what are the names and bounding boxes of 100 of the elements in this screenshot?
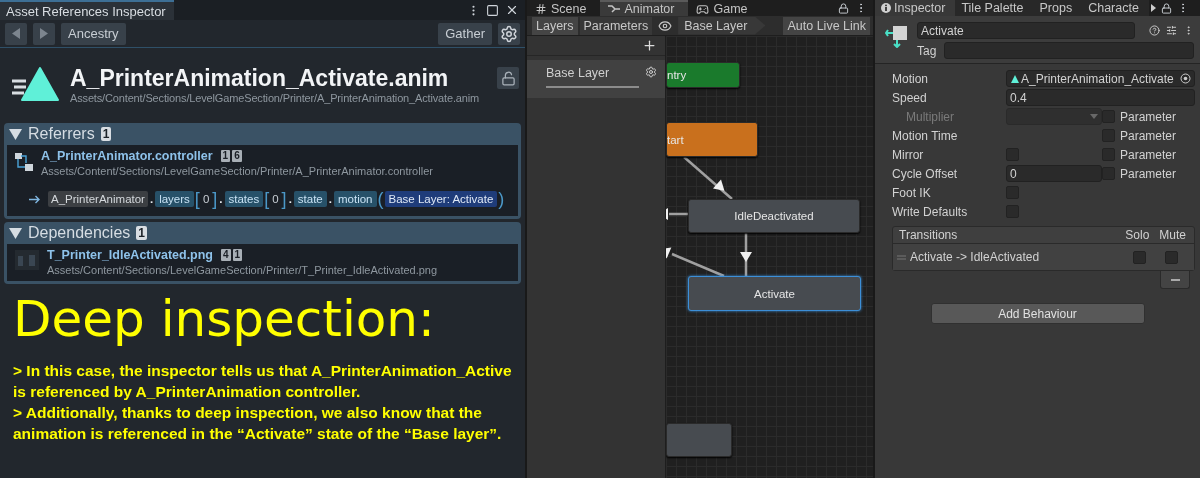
gamepad-icon <box>696 2 710 16</box>
window-tab[interactable]: Animator <box>600 0 689 16</box>
toolbar-tab[interactable]: Parameters <box>579 16 653 35</box>
lock-icon[interactable] <box>838 2 849 14</box>
count-badge: 1 <box>232 249 243 261</box>
remove-button[interactable] <box>1160 271 1190 289</box>
field-label: Tag <box>917 43 937 58</box>
dropdown-field[interactable] <box>1006 108 1102 125</box>
item-name[interactable]: T_Printer_IdleActivated.png <box>47 248 213 262</box>
path-token: state <box>293 191 327 207</box>
close-icon[interactable] <box>505 3 519 17</box>
text-field[interactable]: 0 <box>1006 165 1102 182</box>
field-label: Write Defaults <box>892 204 969 219</box>
dot-separator: . <box>218 193 224 205</box>
animation-clip-icon <box>1010 74 1019 83</box>
window-tab[interactable]: Props <box>1033 0 1083 16</box>
expand-triangle-icon[interactable] <box>9 128 22 140</box>
caption-paragraph: > Additionally, thanks to deep inspection, we also know that the animation is referenced in the “Activate” state of the “Base layer”. <box>13 403 503 444</box>
field-label: Speed <box>892 90 928 105</box>
field-label: Cycle Offset <box>892 166 959 181</box>
forward-icon <box>40 28 48 39</box>
checkbox-label: Parameter <box>1120 166 1177 181</box>
lock-icon[interactable] <box>1160 2 1172 14</box>
path-token: 0 <box>271 193 280 205</box>
ancestry-button[interactable]: Ancestry <box>61 22 126 45</box>
toolbar-tab[interactable]: Layers <box>532 16 578 35</box>
count-badge: 1 <box>220 150 231 162</box>
window-tab[interactable]: Characte <box>1082 0 1149 16</box>
dot-separator: . <box>148 193 155 205</box>
field-label: Multiplier <box>905 109 955 124</box>
name-field[interactable]: Activate <box>917 22 1135 39</box>
expand-triangle-icon[interactable] <box>9 227 22 239</box>
settings-icon[interactable] <box>645 66 657 78</box>
caption-paragraph: > In this case, the inspector tells us that A_PrinterAnimation_Active is referenced by A_PrinterAnimation controller. <box>13 361 513 402</box>
maximize-icon[interactable] <box>486 3 499 17</box>
transition-arrow[interactable] <box>666 208 688 220</box>
minus-icon <box>1170 278 1180 281</box>
path-token: Base Layer: Activate <box>384 191 498 207</box>
settings-button[interactable] <box>498 22 520 45</box>
path-token: A_PrinterAnimator <box>48 191 148 207</box>
window-tab[interactable]: Inspector <box>875 0 956 16</box>
help-icon[interactable] <box>1149 25 1160 36</box>
reference-item[interactable]: A_PrinterAnimator.controller 1 6 Assets/Content/Sections/LevelGameSection/Printer/A_PrinterAnimator.controller A_PrinterAnimator . layers [ 0 ]. states [ 0 ]. state . motion ( Base Layer: Activate ) <box>7 145 518 216</box>
breadcrumb[interactable]: Base Layer <box>678 16 766 35</box>
state-node[interactable] <box>666 423 732 457</box>
item-path: Assets/Content/Sections/LevelGameSection/Printer/T_Printer_IdleActivated.png <box>47 264 438 276</box>
thumbnail-icon <box>15 250 39 270</box>
path-token: motion <box>333 191 377 207</box>
solo-checkbox[interactable] <box>1133 250 1146 264</box>
list-title: Transitions <box>899 228 959 242</box>
checkbox-label: Parameter <box>1120 147 1177 162</box>
item-path: Assets/Content/Sections/LevelGameSection/Printer/A_PrinterAnimator.controller <box>41 165 433 177</box>
section-title[interactable]: Referrers <box>28 125 95 143</box>
item-name[interactable]: A_PrinterAnimator.controller <box>41 149 213 163</box>
mute-checkbox[interactable] <box>1165 250 1178 264</box>
count-badge: 1 <box>136 226 147 240</box>
section-title[interactable]: Dependencies <box>28 224 131 242</box>
transition-arrow[interactable] <box>666 247 725 278</box>
drag-handle-icon[interactable] <box>897 254 906 260</box>
column-header: Mute <box>1159 228 1186 242</box>
object-field[interactable]: A_PrinterAnimation_Activate <box>1006 70 1195 87</box>
panel-tab[interactable]: Asset References Inspector <box>0 0 174 20</box>
field-label: Motion <box>892 71 930 86</box>
back-icon <box>12 28 20 39</box>
transition-arrow[interactable] <box>683 156 733 200</box>
field-label: Motion Time <box>892 128 959 143</box>
window-tab[interactable]: Tile Palette <box>955 0 1034 16</box>
layer-item[interactable]: Base Layer <box>527 60 665 98</box>
reference-item[interactable]: T_Printer_IdleActivated.png 4 1 Assets/Content/Sections/LevelGameSection/Printer/T_Printer_IdleActivated.png <box>7 244 518 281</box>
eye-icon[interactable] <box>658 18 673 33</box>
presets-icon[interactable] <box>1166 25 1177 36</box>
lock-button[interactable] <box>497 67 519 89</box>
state-node[interactable]: ntry <box>666 62 740 88</box>
add-icon[interactable] <box>642 38 657 53</box>
state-node[interactable]: IdleDeactivated <box>688 199 860 233</box>
forward-button[interactable] <box>33 22 55 45</box>
dropdown-caret-icon <box>1090 114 1098 119</box>
graph-canvas[interactable]: ntry tart IdleDeactivated Activate <box>666 36 873 478</box>
field-label: Foot IK <box>892 185 932 200</box>
back-button[interactable] <box>5 22 27 45</box>
state-node[interactable]: Activate <box>688 276 861 311</box>
path-token: 0 <box>201 193 211 205</box>
transition-arrow[interactable] <box>740 233 752 276</box>
count-badge: 4 <box>221 249 231 261</box>
path-token: layers <box>155 191 194 207</box>
live-link-button[interactable]: Auto Live Link <box>783 16 870 35</box>
dot-separator: . <box>327 193 333 205</box>
text-field[interactable]: 0.4 <box>1006 89 1195 106</box>
caption-title: Deep inspection: <box>13 290 436 348</box>
layer-name[interactable]: Base Layer <box>546 66 639 88</box>
info-icon <box>881 3 891 13</box>
count-badge: 1 <box>100 127 112 141</box>
state-icon <box>885 24 909 48</box>
checkbox-label: Parameter <box>1120 109 1177 124</box>
gather-button[interactable]: Gather <box>438 22 492 45</box>
path-token: states <box>224 191 264 207</box>
tag-field[interactable] <box>944 42 1194 59</box>
count-badge: 6 <box>232 150 242 162</box>
add-behaviour-button[interactable]: Add Behaviour <box>930 303 1145 324</box>
target-icon[interactable] <box>1180 73 1191 84</box>
